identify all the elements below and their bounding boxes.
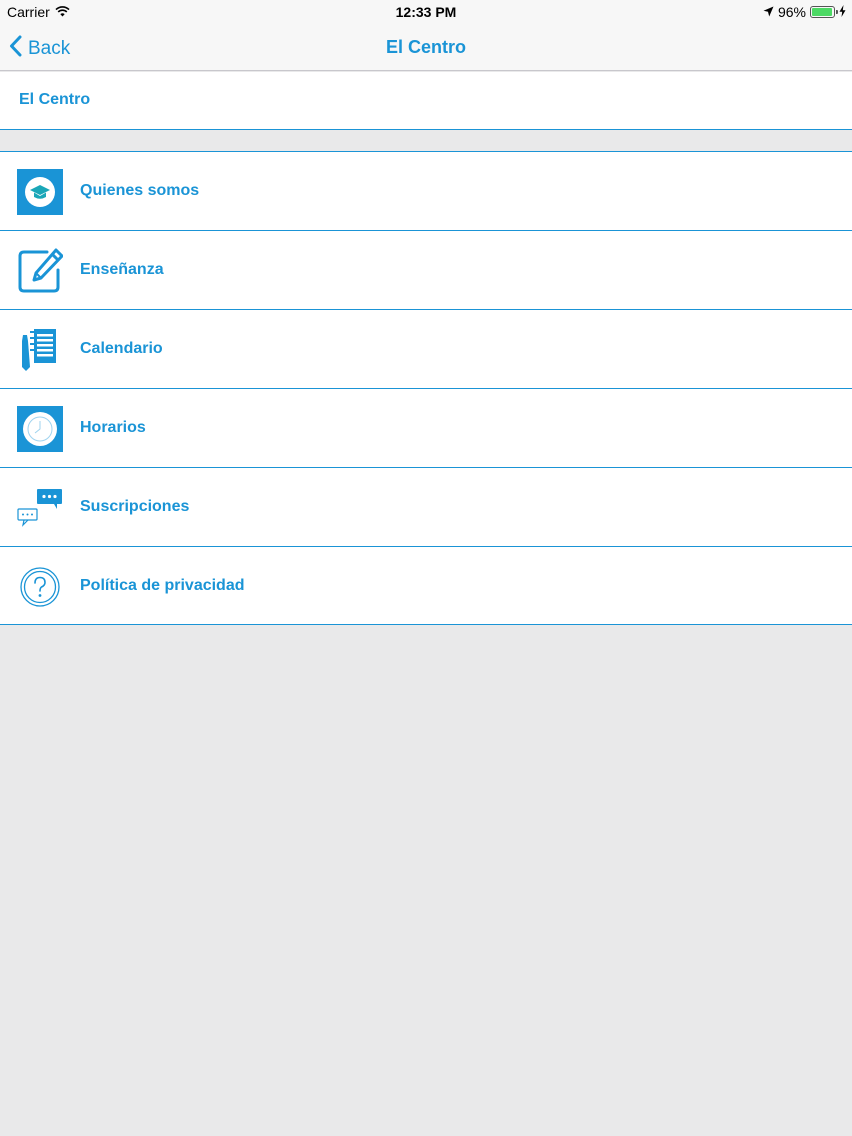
section-header: El Centro <box>0 72 852 130</box>
menu-item-label: Quienes somos <box>80 182 200 199</box>
pencil-edit-icon <box>17 248 63 294</box>
menu-item-calendario[interactable]: Calendario <box>0 309 852 388</box>
battery-fill <box>812 8 833 16</box>
status-right: 96% <box>763 4 846 20</box>
calendar-notebook-icon <box>17 327 63 373</box>
menu-item-label: Horarios <box>80 419 146 436</box>
question-circle-icon <box>17 564 63 610</box>
page-title: El Centro <box>385 37 466 57</box>
section-header-label: El Centro <box>19 91 91 108</box>
menu-list: Quienes somos Enseñanza Calendario Horar… <box>0 151 852 625</box>
charging-bolt-icon <box>839 4 846 20</box>
menu-item-suscripciones[interactable]: Suscripciones <box>0 467 852 546</box>
menu-item-label: Enseñanza <box>80 261 164 278</box>
battery-icon <box>810 6 838 18</box>
app-screen: Carrier 12:33 PM 96% Back El Centro El C… <box>0 0 852 1136</box>
section-separator <box>0 131 852 151</box>
menu-item-politica-privacidad[interactable]: Política de privacidad <box>0 546 852 625</box>
status-time: 12:33 PM <box>395 4 457 20</box>
location-arrow-icon <box>763 4 774 20</box>
menu-item-label: Política de privacidad <box>80 577 245 594</box>
menu-item-label: Suscripciones <box>80 498 190 515</box>
battery-percent: 96% <box>777 4 806 20</box>
chat-bubbles-icon <box>17 485 63 531</box>
status-bar: Carrier 12:33 PM 96% <box>0 0 852 24</box>
menu-item-ensenanza[interactable]: Enseñanza <box>0 230 852 309</box>
menu-item-label: Calendario <box>80 340 163 357</box>
navigation-bar: Back El Centro <box>0 24 852 71</box>
menu-item-horarios[interactable]: Horarios <box>0 388 852 467</box>
clock-icon <box>17 406 63 452</box>
graduation-cap-icon <box>17 169 63 215</box>
menu-item-quienes-somos[interactable]: Quienes somos <box>0 151 852 230</box>
